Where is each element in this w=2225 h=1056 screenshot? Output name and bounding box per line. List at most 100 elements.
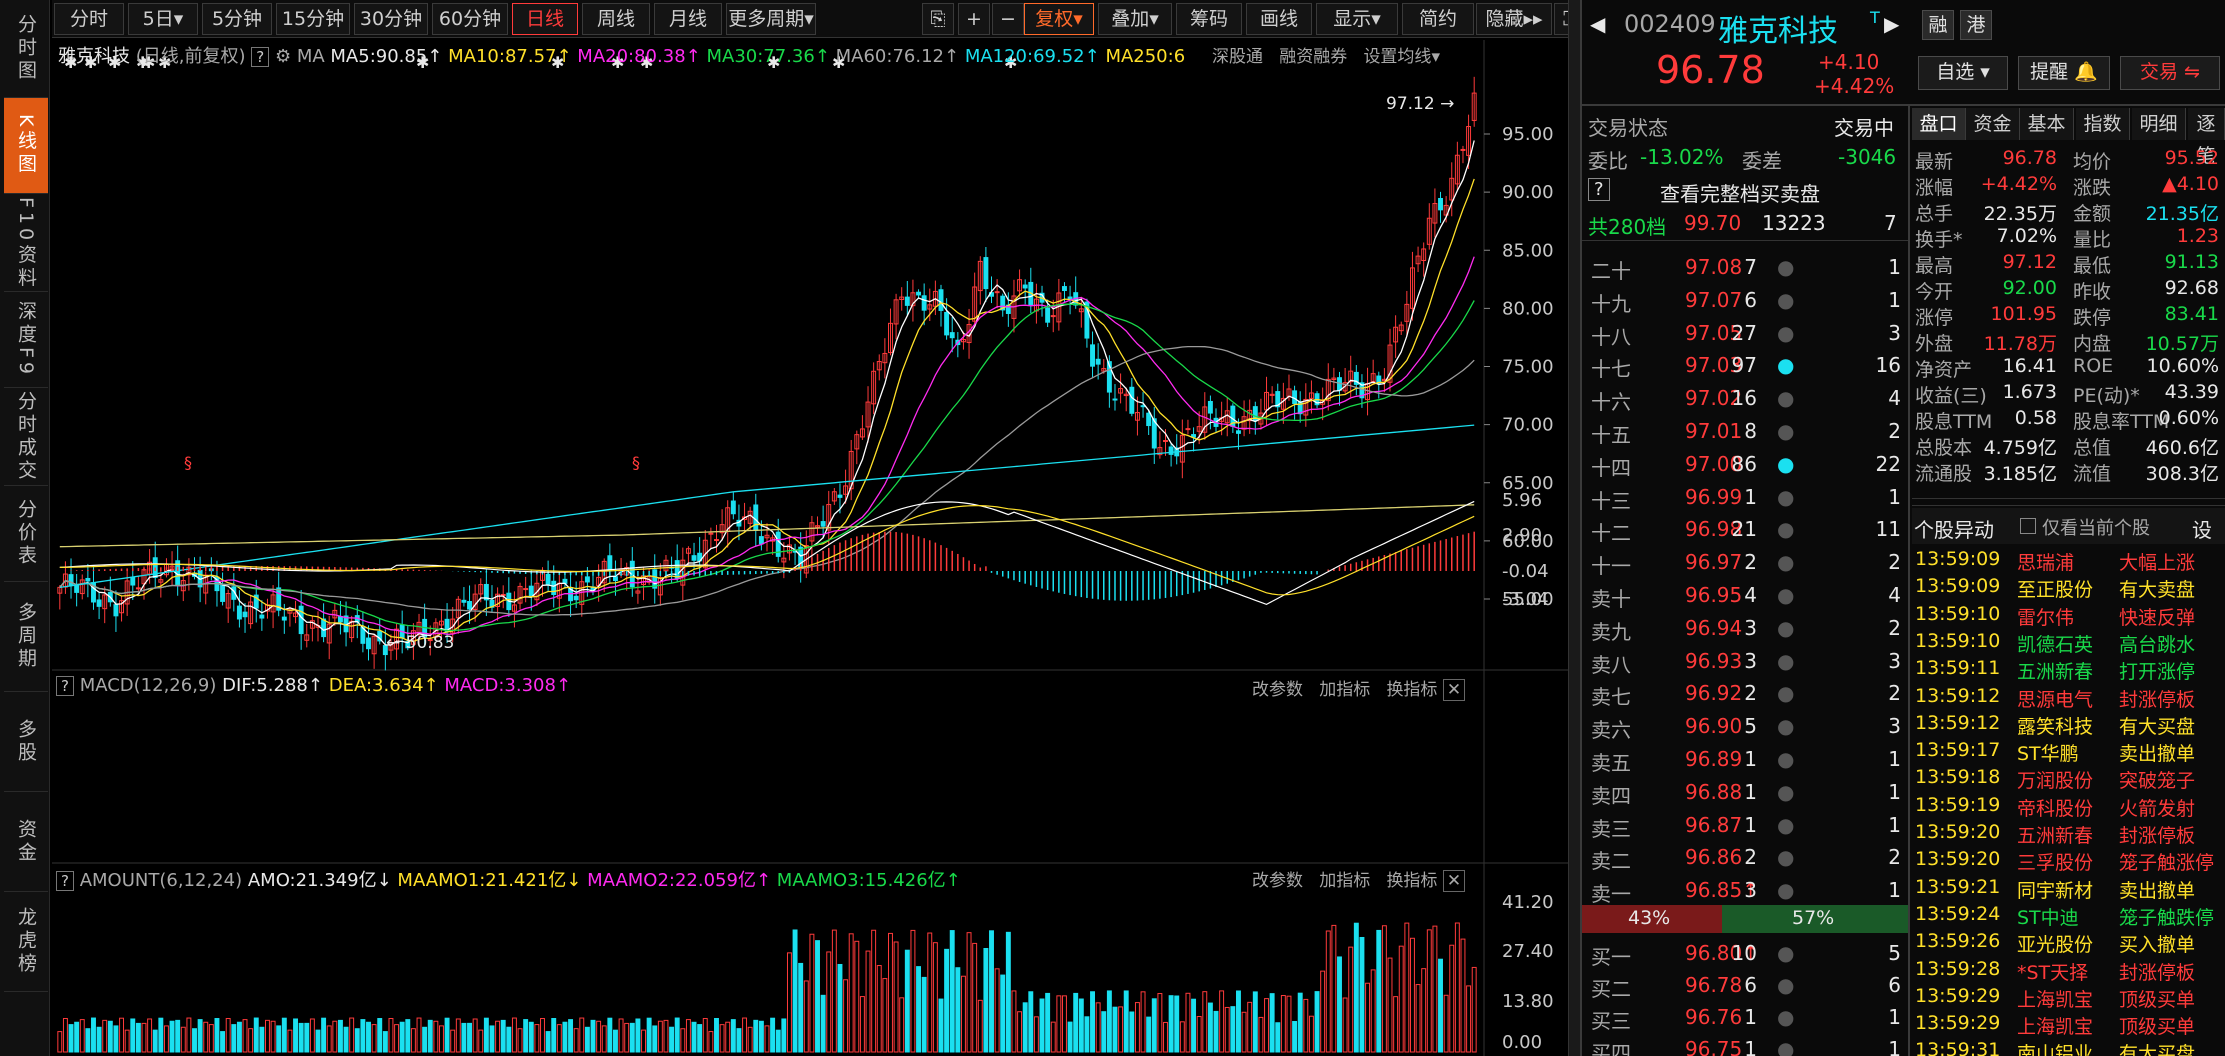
tab-4[interactable]: 明细 xyxy=(2132,108,2186,140)
period-1[interactable]: 5日▾ xyxy=(128,3,198,35)
action-button-0[interactable]: 自选 ▾ xyxy=(1918,56,2008,90)
help-icon[interactable]: ? xyxy=(251,47,270,67)
leftnav-item-2[interactable]: F10资料 xyxy=(4,196,48,292)
tool-0[interactable]: 复权▾ xyxy=(1024,3,1094,35)
amount-param-button[interactable]: 改参数 xyxy=(1252,871,1303,891)
link-margin[interactable]: 融资融券 xyxy=(1279,47,1347,67)
leftnav-item-8[interactable]: 资金 xyxy=(4,792,48,892)
event-row[interactable]: 13:59:24 ST中迪 笼子触跌停 xyxy=(1913,903,2223,930)
period-6[interactable]: 日线 xyxy=(512,3,578,35)
ask-row[interactable]: 十六 97.02 16 ● 4 xyxy=(1585,382,1905,414)
tool-3[interactable]: 画线 xyxy=(1246,3,1312,35)
ask-row[interactable]: 卖十 96.95 4 ● 4 xyxy=(1585,579,1905,611)
events-settings-button[interactable]: 设 xyxy=(2192,514,2212,543)
macd-switch-button[interactable]: 换指标 xyxy=(1386,680,1437,700)
bid-row[interactable]: 买三 96.76 1 ● 1 xyxy=(1585,1001,1905,1033)
event-row[interactable]: 13:59:20 五洲新春 封涨停板 xyxy=(1913,821,2223,848)
link-set-ma[interactable]: 设置均线 xyxy=(1363,47,1431,67)
event-row[interactable]: 13:59:09 至正股份 有大卖盘 xyxy=(1913,575,2223,602)
leftnav-item-0[interactable]: 分时图 xyxy=(4,0,48,98)
period-9[interactable]: 更多周期▾ xyxy=(726,3,816,35)
ask-row[interactable]: 卖七 96.92 2 ● 2 xyxy=(1585,677,1905,709)
ask-row[interactable]: 十一 96.97 2 ● 2 xyxy=(1585,546,1905,578)
period-3[interactable]: 15分钟 xyxy=(276,3,350,35)
macd-add-button[interactable]: 加指标 xyxy=(1319,680,1370,700)
event-row[interactable]: 13:59:21 同宇新材 卖出撤单 xyxy=(1913,876,2223,903)
plus-icon[interactable]: + xyxy=(958,3,990,35)
tool-1[interactable]: 叠加▾ xyxy=(1098,3,1172,35)
action-button-1[interactable]: 提醒 🔔 xyxy=(2018,56,2110,90)
tab-3[interactable]: 指数 xyxy=(2076,108,2130,140)
period-5[interactable]: 60分钟 xyxy=(432,3,508,35)
event-row[interactable]: 13:59:29 上海凯宝 顶级买单 xyxy=(1913,985,2223,1012)
badge-1[interactable]: 港 xyxy=(1960,10,1992,40)
macd-param-button[interactable]: 改参数 xyxy=(1252,680,1303,700)
ask-row[interactable]: 卖四 96.88 1 ● 1 xyxy=(1585,776,1905,808)
full-orderbook-link[interactable]: 查看完整档买卖盘 xyxy=(1660,178,1820,207)
ask-row[interactable]: 卖八 96.93 3 ● 3 xyxy=(1585,645,1905,677)
leftnav-item-6[interactable]: 多周期 xyxy=(4,582,48,692)
tab-5[interactable]: 逐笔 xyxy=(2188,108,2225,167)
help-icon-macd[interactable]: ? xyxy=(56,676,74,696)
help-icon[interactable]: ? xyxy=(1588,178,1610,201)
period-7[interactable]: 周线 xyxy=(582,3,650,35)
ask-row[interactable]: 十八 97.05 27 ● 3 xyxy=(1585,317,1905,349)
event-row[interactable]: 13:59:31 南山铝业 有大买盘 xyxy=(1913,1039,2223,1056)
bid-row[interactable]: 买二 96.78 6 ● 6 xyxy=(1585,969,1905,1001)
close-icon[interactable]: ✕ xyxy=(1442,870,1466,892)
event-row[interactable]: 13:59:17 ST华鹏 卖出撤单 xyxy=(1913,739,2223,766)
nav-forward-icon[interactable]: ▶ xyxy=(1884,12,1899,36)
tool-4[interactable]: 显示▾ xyxy=(1316,3,1398,35)
leftnav-item-3[interactable]: 深度F9 xyxy=(4,292,48,388)
minus-icon[interactable]: − xyxy=(992,3,1024,35)
checkbox-icon[interactable] xyxy=(2020,518,2036,534)
ask-row[interactable]: 十七 97.03 97 ● 16 xyxy=(1585,349,1905,381)
ask-row[interactable]: 卖二 96.86 2 ● 2 xyxy=(1585,841,1905,873)
amount-add-button[interactable]: 加指标 xyxy=(1319,871,1370,891)
amount-switch-button[interactable]: 换指标 xyxy=(1386,871,1437,891)
leftnav-item-7[interactable]: 多股 xyxy=(4,692,48,792)
ask-row[interactable]: 卖九 96.94 3 ● 2 xyxy=(1585,612,1905,644)
link-shenguton[interactable]: 深股通 xyxy=(1212,47,1263,67)
event-row[interactable]: 13:59:11 五洲新春 打开涨停 xyxy=(1913,657,2223,684)
event-row[interactable]: 13:59:29 上海凯宝 顶级买单 xyxy=(1913,1012,2223,1039)
leftnav-item-4[interactable]: 分时成交 xyxy=(4,388,48,486)
event-row[interactable]: 13:59:10 雷尔伟 快速反弹 xyxy=(1913,603,2223,630)
badge-0[interactable]: 融 xyxy=(1922,10,1954,40)
tab-2[interactable]: 基本 xyxy=(2020,108,2074,140)
nav-back-icon[interactable]: ◀ xyxy=(1590,12,1605,36)
period-4[interactable]: 30分钟 xyxy=(354,3,428,35)
tab-1[interactable]: 资金 xyxy=(1966,108,2020,140)
ask-row[interactable]: 十五 97.01 8 ● 2 xyxy=(1585,415,1905,447)
bid-row[interactable]: 买四 96.75 1 ● 1 xyxy=(1585,1033,1905,1056)
ask-row[interactable]: 二十 97.08 7 ● 1 xyxy=(1585,251,1905,283)
lock-icon[interactable]: ⎘ xyxy=(922,3,954,35)
event-row[interactable]: 13:59:18 万润股份 突破笼子 xyxy=(1913,766,2223,793)
event-row[interactable]: 13:59:12 露笑科技 有大买盘 xyxy=(1913,712,2223,739)
event-row[interactable]: 13:59:12 思源电气 封涨停板 xyxy=(1913,685,2223,712)
ask-row[interactable]: 十四 97.00 86 ● 22 xyxy=(1585,448,1905,480)
panel-splitter[interactable] xyxy=(1568,0,1580,1056)
event-row[interactable]: 13:59:26 亚光股份 买入撤单 xyxy=(1913,930,2223,957)
leftnav-item-5[interactable]: 分价表 xyxy=(4,486,48,582)
gear-icon[interactable]: ⚙ xyxy=(275,46,291,67)
ask-row[interactable]: 卖六 96.90 5 ● 3 xyxy=(1585,710,1905,742)
event-row[interactable]: 13:59:10 凯德石英 高台跳水 xyxy=(1913,630,2223,657)
bid-row[interactable]: 买一 96.80↑ 10 ● 5 xyxy=(1585,937,1905,969)
event-row[interactable]: 13:59:20 三孚股份 笼子触涨停 xyxy=(1913,848,2223,875)
period-0[interactable]: 分时 xyxy=(54,3,124,35)
period-2[interactable]: 5分钟 xyxy=(202,3,272,35)
ask-row[interactable]: 卖一 96.85↑ 3 ● 1 xyxy=(1585,874,1905,906)
kline-chart[interactable]: 95.0090.0085.0080.0075.0070.0065.0060.00… xyxy=(52,40,1579,1056)
event-row[interactable]: 13:59:09 思瑞浦 大幅上涨 xyxy=(1913,548,2223,575)
event-row[interactable]: 13:59:19 帝科股份 火箭发射 xyxy=(1913,794,2223,821)
tool-5[interactable]: 简约 xyxy=(1402,3,1474,35)
ask-row[interactable]: 十九 97.07 6 ● 1 xyxy=(1585,284,1905,316)
ask-row[interactable]: 卖三 96.87 1 ● 1 xyxy=(1585,809,1905,841)
tool-2[interactable]: 筹码 xyxy=(1176,3,1242,35)
help-icon-amount[interactable]: ? xyxy=(56,871,74,891)
event-row[interactable]: 13:59:28 *ST天择 封涨停板 xyxy=(1913,958,2223,985)
ask-row[interactable]: 十三 96.99 1 ● 1 xyxy=(1585,481,1905,513)
ask-row[interactable]: 卖五 96.89 1 ● 1 xyxy=(1585,743,1905,775)
events-only-current[interactable]: 仅看当前个股 xyxy=(2042,514,2150,540)
